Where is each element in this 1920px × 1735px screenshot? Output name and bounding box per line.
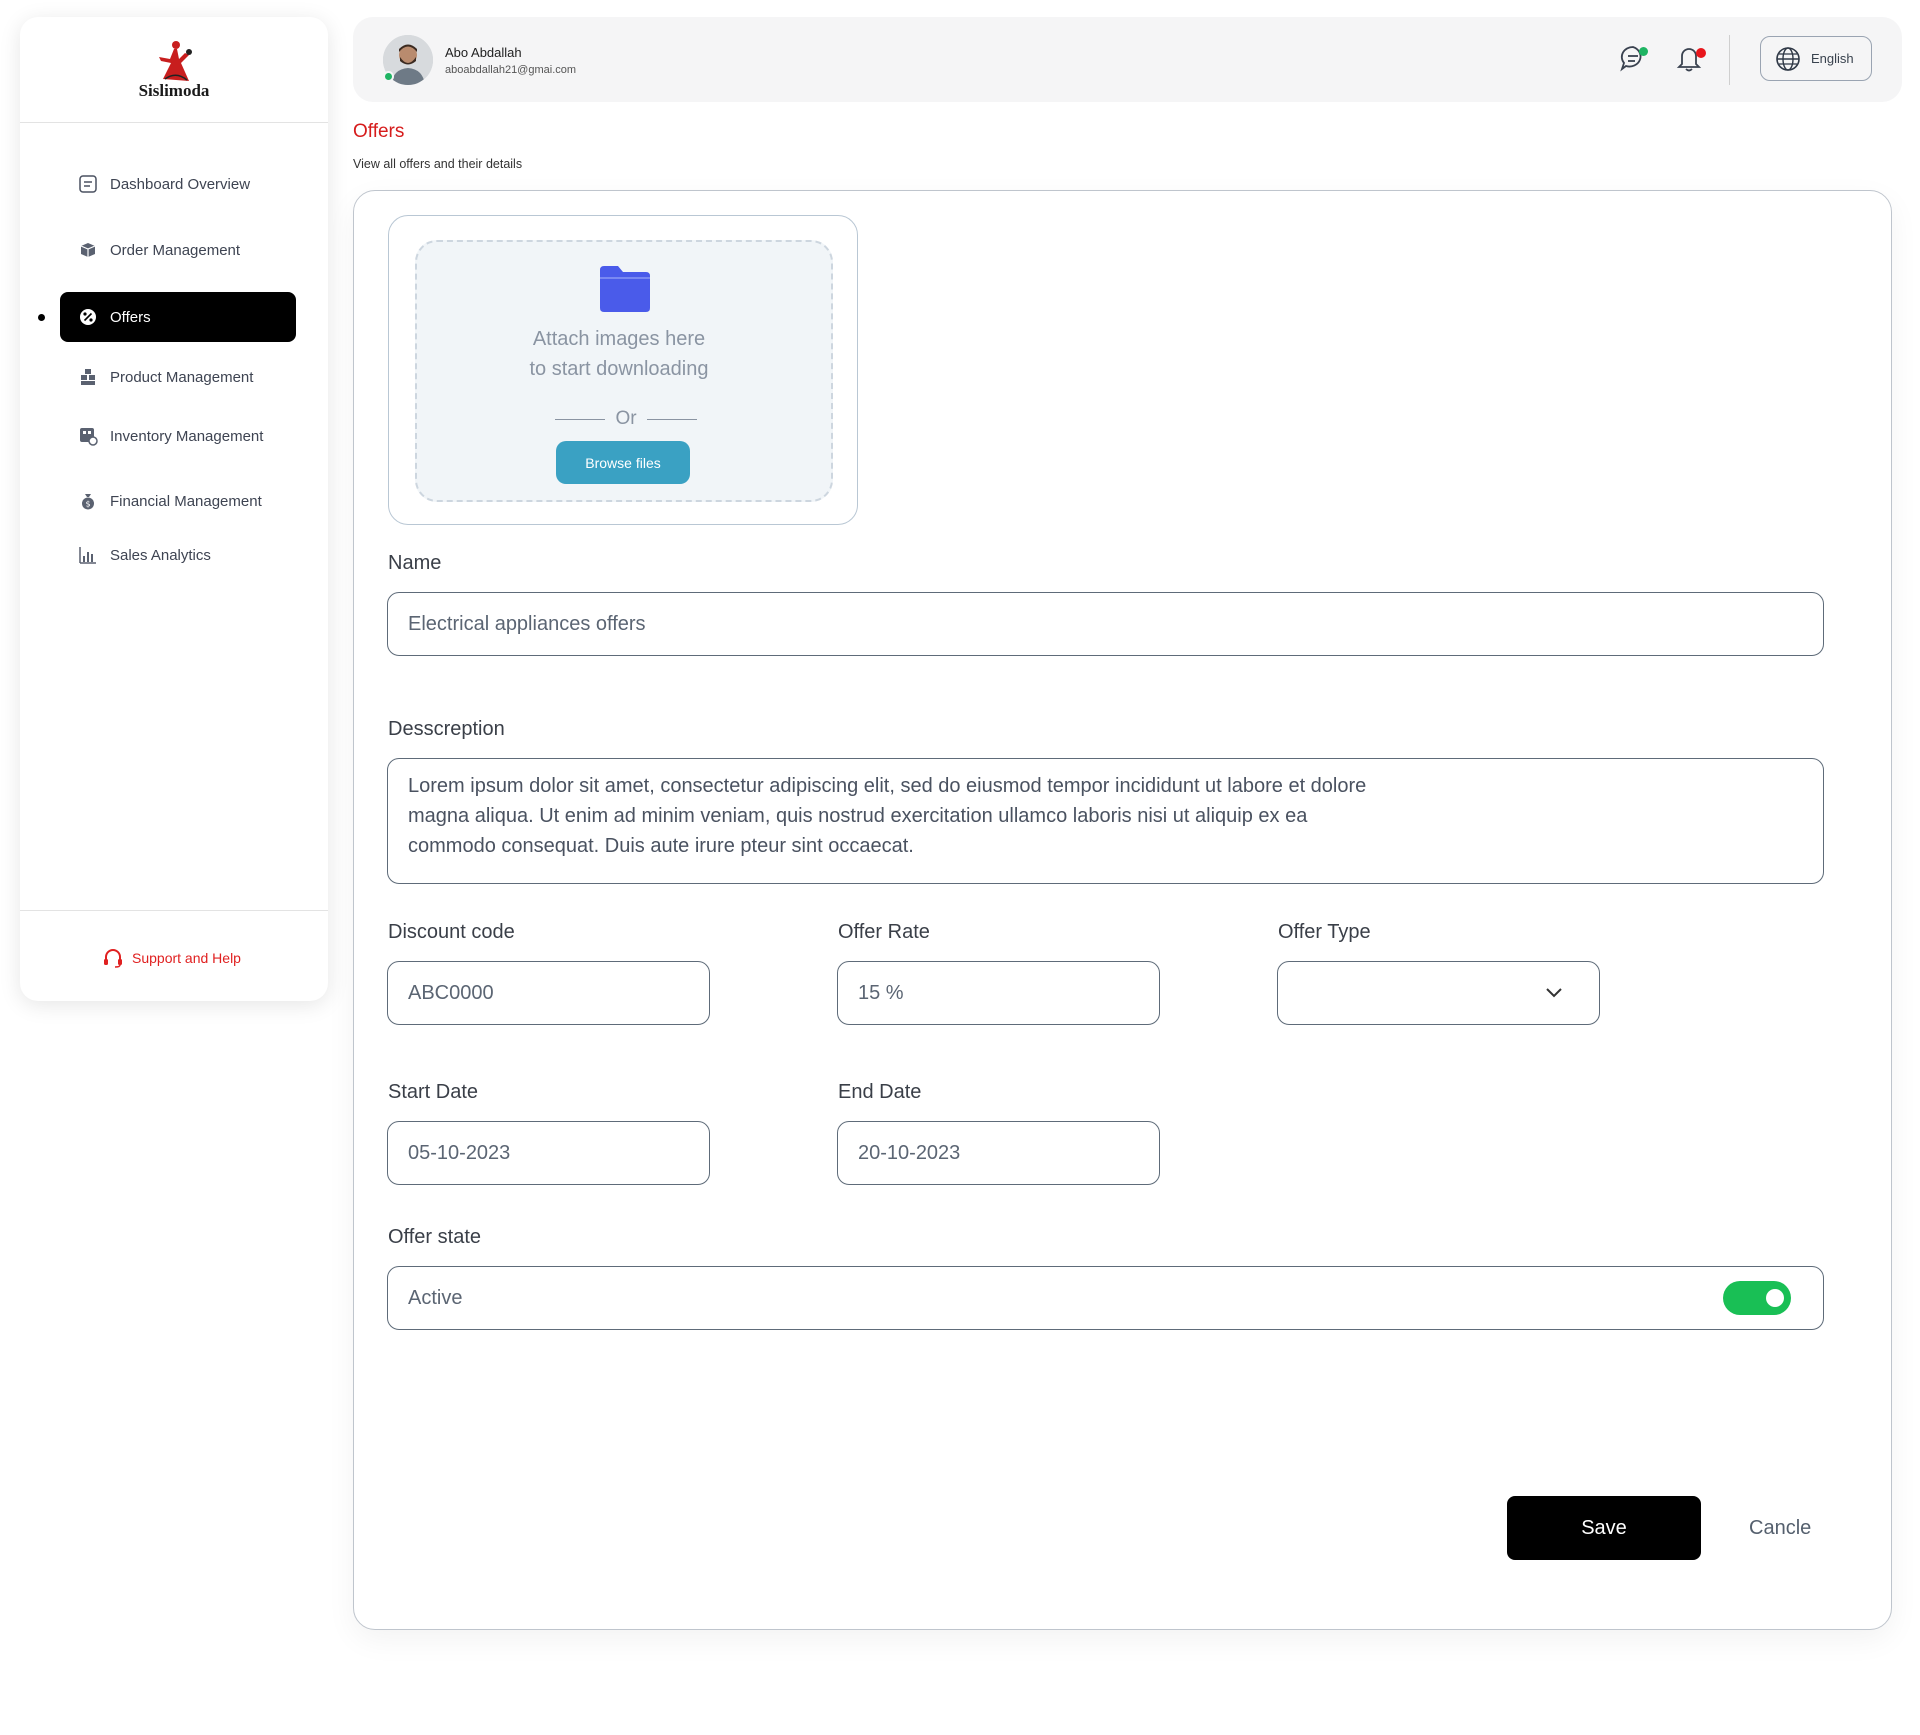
brand-logo[interactable]: Sislimoda bbox=[20, 17, 328, 123]
dropzone-line-1: Attach images here bbox=[532, 328, 706, 350]
description-label: Desscreption bbox=[388, 718, 505, 740]
dropzone[interactable]: Attach images here to start downloading … bbox=[415, 240, 833, 502]
toggle-knob bbox=[1766, 1289, 1784, 1307]
description-line: commodo consequat. Duis aute irure pteur… bbox=[408, 835, 914, 857]
offer-rate-field[interactable]: 15 % bbox=[837, 961, 1160, 1025]
image-upload-box: Attach images here to start downloading … bbox=[388, 215, 858, 525]
name-field[interactable]: Electrical appliances offers bbox=[387, 592, 1824, 656]
sidebar-item-label: Order Management bbox=[110, 241, 241, 259]
start-date-field[interactable]: 05-10-2023 bbox=[387, 1121, 710, 1185]
money-bag-icon: $ bbox=[82, 494, 94, 510]
discount-code-field[interactable]: ABC0000 bbox=[387, 961, 710, 1025]
sidebar-item-dashboard[interactable]: Dashboard Overview bbox=[60, 159, 316, 209]
sidebar-item-sales-analytics[interactable]: Sales Analytics bbox=[60, 530, 316, 580]
user-email: aboabdallah21@gmai.com bbox=[445, 64, 577, 76]
offer-rate-label: Offer Rate bbox=[838, 921, 930, 943]
globe-icon bbox=[1776, 46, 1800, 71]
offer-rate-value: 15 % bbox=[858, 981, 904, 1004]
name-field-value: Electrical appliances offers bbox=[408, 612, 646, 635]
dropzone-line-2: to start downloading bbox=[529, 358, 709, 380]
page-subtitle: View all offers and their details bbox=[353, 157, 523, 171]
offer-state-field: Active bbox=[387, 1266, 1824, 1330]
sidebar-item-financial[interactable]: $ Financial Management bbox=[60, 476, 316, 526]
browse-files-button[interactable]: Browse files bbox=[556, 441, 690, 484]
offer-type-select[interactable] bbox=[1277, 961, 1600, 1025]
notification-dot bbox=[1696, 48, 1706, 58]
dropzone-instructions: Attach images here to start downloading bbox=[417, 324, 821, 384]
support-label: Support and Help bbox=[132, 950, 241, 966]
sidebar-item-label: Offers bbox=[110, 308, 151, 326]
sidebar-item-label: Product Management bbox=[110, 368, 254, 386]
offer-type-label: Offer Type bbox=[1278, 921, 1371, 943]
sidebar-item-products[interactable]: Product Management bbox=[60, 352, 316, 402]
save-button[interactable]: Save bbox=[1507, 1496, 1701, 1560]
end-date-value: 20-10-2023 bbox=[858, 1141, 961, 1164]
sidebar-item-label: Financial Management bbox=[110, 492, 262, 510]
end-date-label: End Date bbox=[838, 1081, 922, 1103]
chat-unread-dot bbox=[1639, 47, 1648, 56]
description-line: Lorem ipsum dolor sit amet, consectetur … bbox=[408, 775, 1367, 797]
brand-name: Sislimoda bbox=[138, 80, 210, 100]
offer-state-label: Offer state bbox=[388, 1226, 482, 1248]
start-date-label: Start Date bbox=[388, 1081, 479, 1103]
sidebar: Sislimoda Dashboard Overview Order Manag… bbox=[20, 17, 328, 1001]
boxes-icon bbox=[80, 243, 96, 257]
top-header: Abo Abdallah aboabdallah21@gmai.com Engl… bbox=[353, 17, 1902, 102]
svg-text:$: $ bbox=[85, 500, 90, 509]
product-stack-icon bbox=[81, 369, 95, 385]
online-status-dot bbox=[383, 71, 394, 82]
bar-chart-icon bbox=[79, 547, 96, 564]
folder-icon bbox=[600, 266, 650, 312]
language-selector[interactable]: English bbox=[1760, 36, 1872, 81]
name-label: Name bbox=[388, 552, 442, 574]
headset-icon bbox=[104, 949, 122, 968]
sidebar-item-inventory[interactable]: Inventory Management bbox=[60, 411, 316, 461]
sidebar-item-label: Sales Analytics bbox=[110, 546, 211, 564]
language-label: English bbox=[1811, 51, 1854, 66]
or-line-left bbox=[555, 418, 605, 420]
header-divider bbox=[1729, 35, 1730, 85]
sidebar-divider bbox=[20, 910, 328, 911]
description-textarea[interactable]: Lorem ipsum dolor sit amet, consectetur … bbox=[387, 758, 1824, 884]
end-date-field[interactable]: 20-10-2023 bbox=[837, 1121, 1160, 1185]
discount-code-label: Discount code bbox=[388, 921, 515, 943]
or-divider: Or bbox=[555, 408, 697, 430]
description-line: magna aliqua. Ut enim ad minim veniam, q… bbox=[408, 805, 1308, 827]
offer-state-value: Active bbox=[408, 1286, 463, 1309]
offer-state-toggle[interactable] bbox=[1723, 1281, 1791, 1315]
inventory-icon bbox=[80, 428, 98, 446]
page-title: Offers bbox=[353, 121, 405, 142]
sidebar-item-label: Dashboard Overview bbox=[110, 175, 251, 193]
offer-form-card: Attach images here to start downloading … bbox=[353, 190, 1892, 1630]
dancer-logo-icon bbox=[159, 40, 192, 81]
sidebar-item-offers[interactable]: Offers bbox=[60, 292, 296, 342]
sidebar-item-label: Inventory Management bbox=[110, 427, 264, 445]
discount-code-value: ABC0000 bbox=[408, 981, 494, 1004]
support-link[interactable]: Support and Help bbox=[102, 947, 241, 969]
user-name: Abo Abdallah bbox=[445, 45, 522, 60]
discount-icon bbox=[80, 309, 96, 325]
dashboard-icon bbox=[79, 175, 97, 193]
cancel-button[interactable]: Cancle bbox=[1749, 1517, 1811, 1540]
start-date-value: 05-10-2023 bbox=[408, 1141, 511, 1164]
or-label: Or bbox=[615, 408, 637, 429]
active-indicator bbox=[38, 314, 45, 321]
sidebar-item-orders[interactable]: Order Management bbox=[60, 225, 316, 275]
or-line-right bbox=[646, 418, 697, 420]
chevron-down-icon bbox=[1546, 988, 1562, 998]
